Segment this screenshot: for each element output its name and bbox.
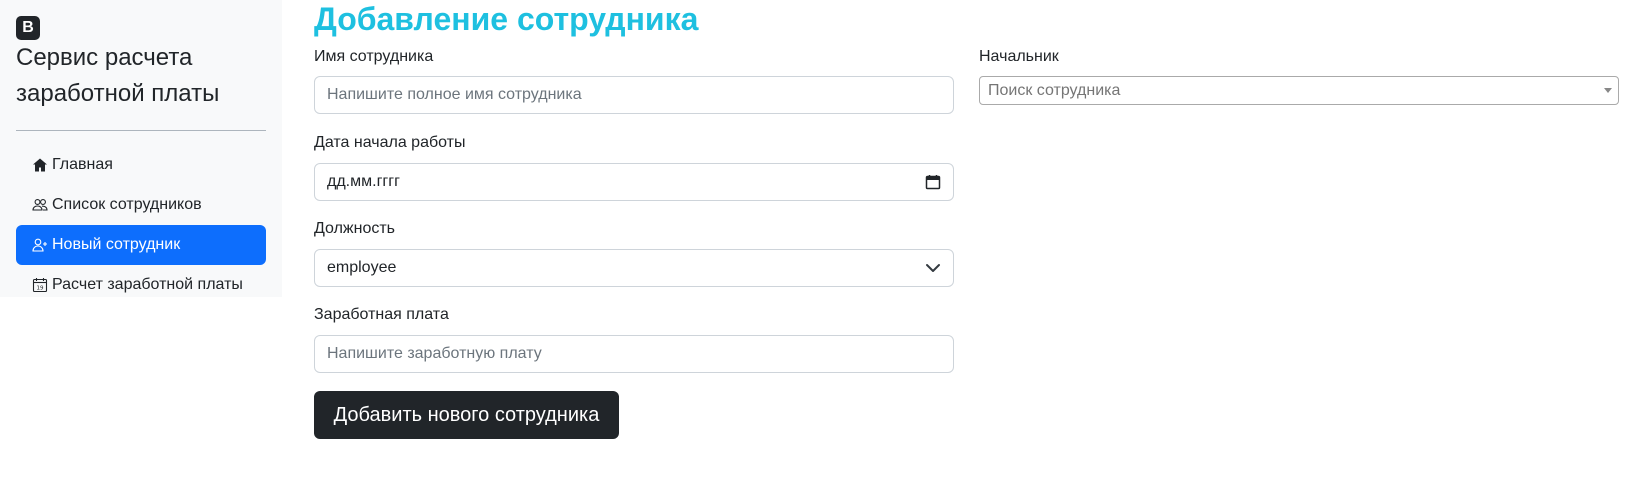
dropdown-arrow-icon: [1604, 88, 1612, 93]
start-date-label: Дата начала работы: [314, 134, 466, 151]
manager-search-select[interactable]: Поиск сотрудника: [979, 76, 1619, 105]
brand-title: Сервис расчета заработной платы: [16, 44, 220, 107]
sidebar-item-label: Новый сотрудник: [52, 236, 181, 253]
start-date-input[interactable]: дд.мм.гггг: [314, 163, 954, 201]
sidebar-item-label: Главная: [52, 156, 113, 173]
salary-input[interactable]: Напишите заработную плату: [314, 335, 954, 373]
calendar-picker-icon[interactable]: [925, 174, 941, 190]
person-add-icon: [32, 237, 48, 253]
house-icon: [32, 157, 48, 173]
name-label: Имя сотрудника: [314, 48, 434, 65]
add-employee-button[interactable]: Добавить нового сотрудника: [314, 391, 619, 439]
sidebar-item-new-employee[interactable]: Новый сотрудник: [16, 225, 266, 265]
brand[interactable]: B Сервис расчета заработной платы: [16, 16, 266, 112]
sidebar-item-employees[interactable]: Список сотрудников: [16, 185, 266, 225]
sidebar-divider: [16, 130, 266, 131]
sidebar-item-payroll[interactable]: 19 Расчет заработной платы: [16, 265, 266, 305]
salary-label: Заработная плата: [314, 306, 449, 323]
calendar-icon: 19: [32, 277, 48, 293]
people-icon: [32, 197, 48, 213]
sidebar: B Сервис расчета заработной платы Главна…: [0, 0, 282, 297]
sidebar-item-label: Список сотрудников: [52, 196, 202, 213]
brand-logo: B: [16, 16, 40, 40]
sidebar-item-label: Расчет заработной платы: [52, 276, 243, 293]
start-date-value: дд.мм.гггг: [327, 173, 400, 190]
manager-search-placeholder: Поиск сотрудника: [988, 81, 1121, 99]
position-select-value: employee: [327, 259, 397, 276]
svg-text:19: 19: [37, 286, 44, 292]
position-label: Должность: [314, 220, 395, 237]
manager-label: Начальник: [979, 48, 1059, 65]
name-input[interactable]: Напишите полное имя сотрудника: [314, 76, 954, 114]
position-select[interactable]: employee: [314, 249, 954, 287]
salary-input-placeholder: Напишите заработную плату: [327, 345, 542, 362]
sidebar-nav: Главная Список сотрудников Новый сотрудн…: [16, 145, 266, 305]
chevron-down-icon: [926, 264, 940, 272]
sidebar-item-home[interactable]: Главная: [16, 145, 266, 185]
name-input-placeholder: Напишите полное имя сотрудника: [327, 86, 582, 103]
page-title: Добавление сотрудника: [314, 1, 699, 37]
